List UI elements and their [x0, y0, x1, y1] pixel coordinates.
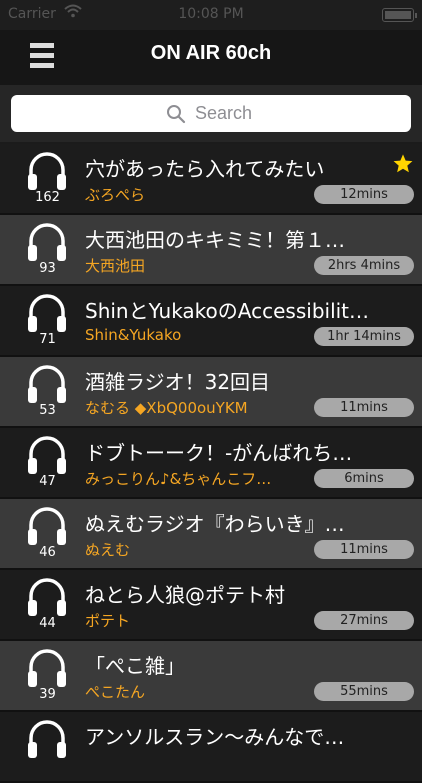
headphone-icon	[28, 436, 66, 474]
headphone-icon	[28, 720, 66, 758]
duration-badge: 1hr 14mins	[314, 327, 414, 346]
program-row[interactable]: 71 ShinとYukakoのAccessibilit… Shin&Yukako…	[0, 286, 422, 357]
headphone-icon	[28, 507, 66, 545]
program-row[interactable]: 44 ねとら人狼@ポテト村 ポテト 27mins	[0, 570, 422, 641]
program-title: アンソルスラン～みんなで…	[85, 725, 345, 749]
program-row[interactable]: 39 「ぺこ雑」 ぺこたん 55mins	[0, 641, 422, 712]
listener-count: 53	[39, 403, 56, 418]
program-title: ドブトーーク！-がんばれち…	[85, 441, 353, 465]
program-author: 大西池田	[85, 257, 146, 275]
duration-badge: 27mins	[314, 611, 414, 630]
program-author: Shin&Yukako	[85, 326, 182, 344]
program-author: ポテト	[85, 612, 131, 630]
headphone-icon	[28, 578, 66, 616]
listener-count: 46	[39, 545, 56, 560]
duration-badge: 11mins	[314, 540, 414, 559]
program-author: なむる ◆XbQ00ouYKM	[85, 399, 248, 417]
listener-count: 71	[39, 332, 56, 347]
program-title: 穴があったら入れてみたい	[85, 157, 325, 181]
headphone-icon	[28, 649, 66, 687]
program-row[interactable]: 47 ドブトーーク！-がんばれち… みっこりん♪&ちゃんこフ… 6mins	[0, 428, 422, 499]
program-row[interactable]: アンソルスラン～みんなで…	[0, 712, 422, 783]
program-title: ShinとYukakoのAccessibilit…	[85, 299, 370, 323]
duration-badge: 12mins	[314, 185, 414, 204]
search-input[interactable]: Search	[11, 95, 411, 132]
listener-count: 162	[35, 190, 60, 205]
headphone-icon	[28, 223, 66, 261]
program-row[interactable]: 162 穴があったら入れてみたい ぶろぺら 12mins	[0, 144, 422, 215]
program-author: ぶろぺら	[85, 186, 146, 204]
page-title: ON AIR 60ch	[150, 42, 272, 64]
duration-badge: 6mins	[314, 469, 414, 488]
listener-count: 47	[39, 474, 56, 489]
listener-count: 93	[39, 261, 56, 276]
duration-badge: 55mins	[314, 682, 414, 701]
duration-badge: 2hrs 4mins	[314, 256, 414, 275]
program-title: ぬえむラジオ『わらいき』…	[85, 512, 345, 536]
search-placeholder: Search	[195, 103, 253, 123]
program-list: 162 穴があったら入れてみたい ぶろぺら 12mins 93 大西池田のキキミ…	[0, 144, 422, 783]
star-icon[interactable]	[392, 153, 414, 175]
duration-badge: 11mins	[314, 398, 414, 417]
program-author: ぺこたん	[85, 683, 146, 701]
headphone-icon	[28, 365, 66, 403]
program-row[interactable]: 93 大西池田のキキミミ！第１… 大西池田 2hrs 4mins	[0, 215, 422, 286]
navigation-bar: ON AIR 60ch	[0, 30, 422, 85]
listener-count: 39	[39, 687, 56, 702]
program-author: みっこりん♪&ちゃんこフ…	[85, 470, 272, 488]
battery-icon	[382, 8, 417, 22]
status-bar: Carrier 10:08 PM	[0, 0, 422, 30]
program-title: 「ぺこ雑」	[85, 654, 185, 678]
program-row[interactable]: 53 酒雑ラジオ！32回目 なむる ◆XbQ00ouYKM 11mins	[0, 357, 422, 428]
program-row[interactable]: 46 ぬえむラジオ『わらいき』… ぬえむ 11mins	[0, 499, 422, 570]
search-icon	[167, 105, 186, 124]
search-area: Search	[0, 85, 422, 142]
headphone-icon	[28, 294, 66, 332]
status-time: 10:08 PM	[178, 6, 244, 22]
headphone-icon	[28, 152, 66, 190]
program-title: ねとら人狼@ポテト村	[85, 583, 285, 607]
program-title: 酒雑ラジオ！32回目	[85, 370, 271, 394]
program-title: 大西池田のキキミミ！第１…	[85, 228, 345, 252]
listener-count: 44	[39, 616, 56, 631]
program-author: ぬえむ	[85, 541, 131, 559]
